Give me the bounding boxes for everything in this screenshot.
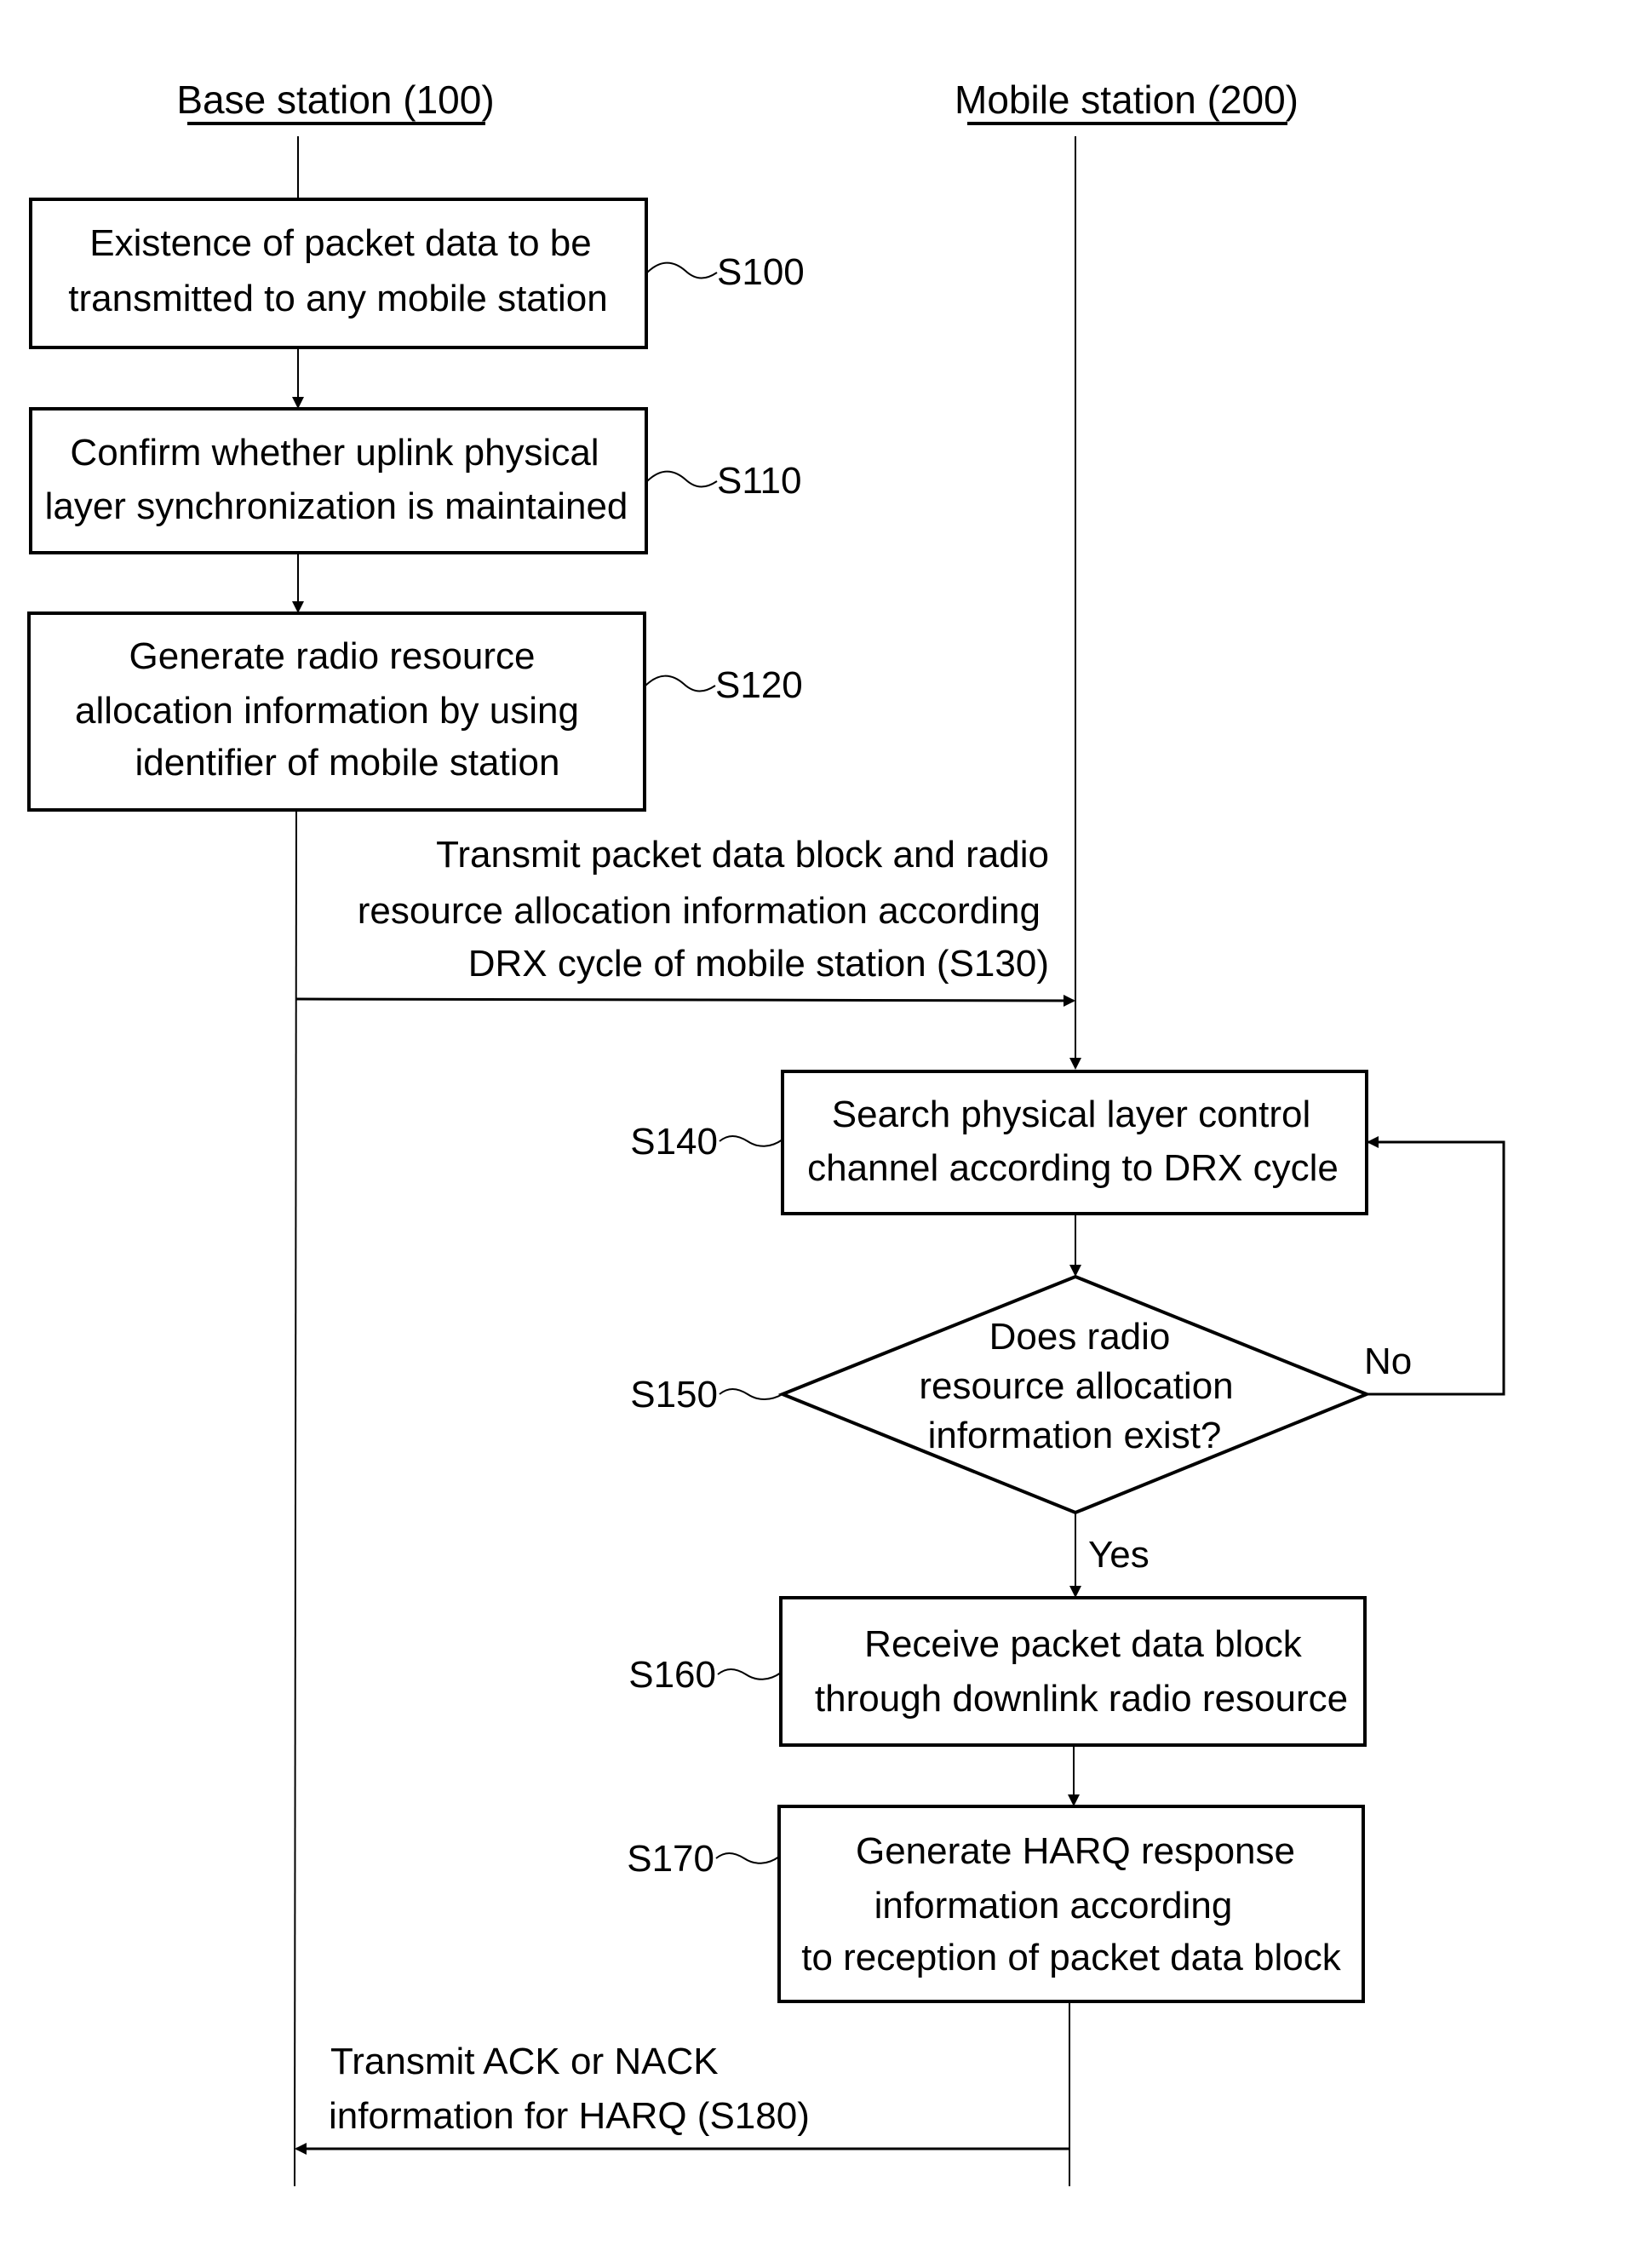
step-s150-no-label: No xyxy=(1364,1341,1412,1382)
step-s110-line-1: Confirm whether uplink physical xyxy=(70,432,599,474)
step-s170-line-1: Generate HARQ response xyxy=(856,1830,1295,1872)
step-s120-leader xyxy=(644,675,716,692)
message-s130-line-3: DRX cycle of mobile station (S130) xyxy=(468,943,1049,985)
base-station-header: Base station (100) xyxy=(176,78,494,122)
step-s140-id: S140 xyxy=(630,1121,718,1163)
step-s160-id: S160 xyxy=(628,1654,716,1696)
message-s130-arrow xyxy=(295,994,1075,1007)
step-s100-leader xyxy=(645,261,718,279)
message-s180-line-1: Transmit ACK or NACK xyxy=(330,2041,719,2082)
step-s160-box xyxy=(779,1596,1367,1747)
step-s150-line-1: Does radio xyxy=(989,1316,1171,1358)
message-s130-line-2: resource allocation information accordin… xyxy=(358,890,1041,932)
step-s110: Confirm whether uplink physical layer sy… xyxy=(29,407,802,554)
step-s140-leader xyxy=(719,1135,783,1147)
step-s140-line-1: Search physical layer control xyxy=(832,1094,1310,1135)
step-s160-line-2: through downlink radio resource xyxy=(815,1678,1348,1720)
step-s110-box xyxy=(29,407,648,554)
message-s130: Transmit packet data block and radio res… xyxy=(295,834,1075,1007)
step-s170-line-3: to reception of packet data block xyxy=(801,1937,1342,1978)
base-lifeline-bottom xyxy=(294,809,297,2187)
step-s110-line-2: layer synchronization is maintained xyxy=(45,485,628,527)
message-s130-line-1: Transmit packet data block and radio xyxy=(436,834,1049,876)
step-s100-line-1: Existence of packet data to be xyxy=(89,222,592,264)
step-s100-id: S100 xyxy=(717,251,805,293)
message-s180: Transmit ACK or NACK information for HAR… xyxy=(295,2041,1069,2155)
step-s120: Generate radio resource allocation infor… xyxy=(27,611,803,812)
step-s120-line-3: identifier of mobile station xyxy=(135,742,560,784)
step-s170-line-2: information according xyxy=(874,1885,1233,1926)
step-s160-line-1: Receive packet data block xyxy=(864,1623,1303,1665)
step-s150-id: S150 xyxy=(630,1374,718,1415)
step-s170-id: S170 xyxy=(627,1838,714,1880)
step-s120-line-1: Generate radio resource xyxy=(129,635,536,677)
step-s150-line-2: resource allocation xyxy=(919,1365,1233,1407)
message-s180-line-2: information for HARQ (S180) xyxy=(329,2095,810,2137)
step-s150-line-3: information exist? xyxy=(928,1415,1222,1456)
mobile-station-header: Mobile station (200) xyxy=(955,78,1299,122)
step-s120-id: S120 xyxy=(715,664,803,706)
step-s110-leader xyxy=(645,470,718,488)
step-s110-id: S110 xyxy=(717,460,802,502)
step-s150-leader xyxy=(719,1388,783,1400)
step-s120-line-2: allocation information by using xyxy=(75,690,579,732)
step-s170: Generate HARQ response information accor… xyxy=(627,1805,1365,2003)
step-s150-yes-label: Yes xyxy=(1088,1534,1150,1576)
step-s140: Search physical layer control channel ac… xyxy=(630,1070,1368,1215)
step-s100-line-2: transmitted to any mobile station xyxy=(68,278,607,319)
flowchart: Base station (100) Mobile station (200) … xyxy=(27,78,1505,2187)
step-s160-leader xyxy=(717,1668,782,1680)
step-s160: Receive packet data block through downli… xyxy=(628,1596,1367,1747)
step-s100: Existence of packet data to be transmitt… xyxy=(29,198,805,349)
step-s170-leader xyxy=(715,1852,780,1864)
step-s140-line-2: channel according to DRX cycle xyxy=(807,1147,1339,1189)
